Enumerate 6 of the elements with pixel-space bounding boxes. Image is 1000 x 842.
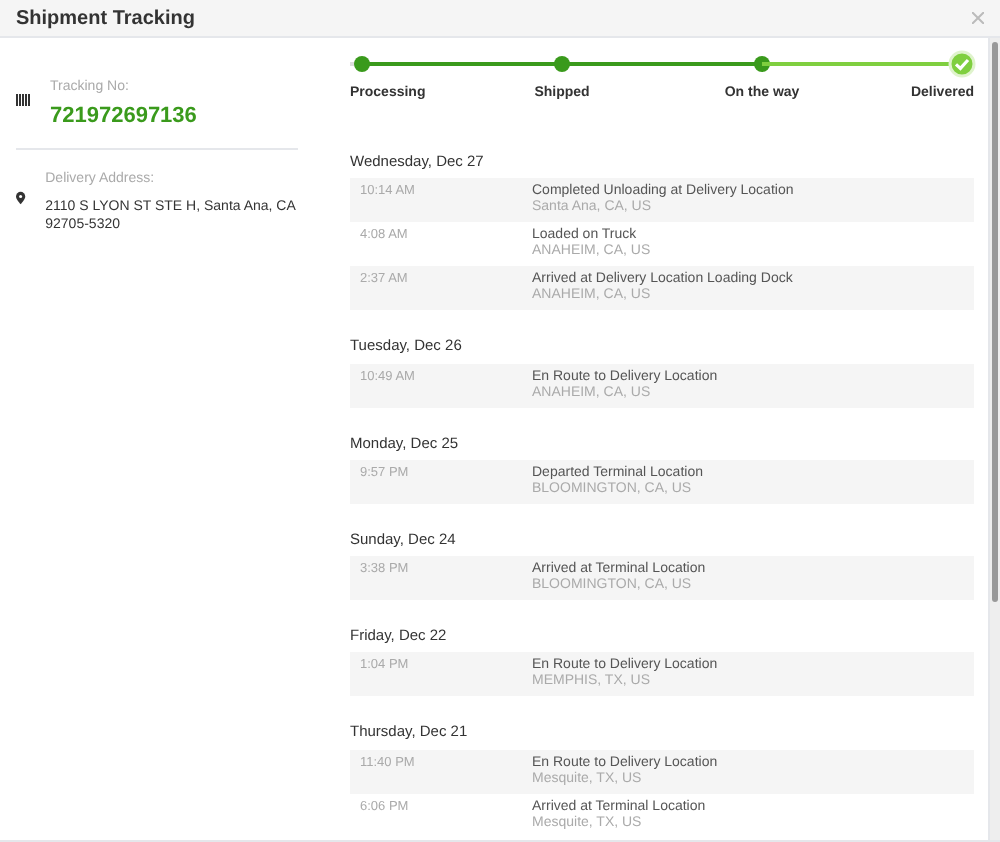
location-pin-icon xyxy=(16,190,26,206)
close-icon[interactable] xyxy=(972,12,984,24)
barcode-icon xyxy=(16,94,30,106)
window-title: Shipment Tracking xyxy=(16,5,195,33)
scrollbar-thumb[interactable] xyxy=(992,42,998,602)
tracking-number: 721972697136 xyxy=(50,101,197,131)
